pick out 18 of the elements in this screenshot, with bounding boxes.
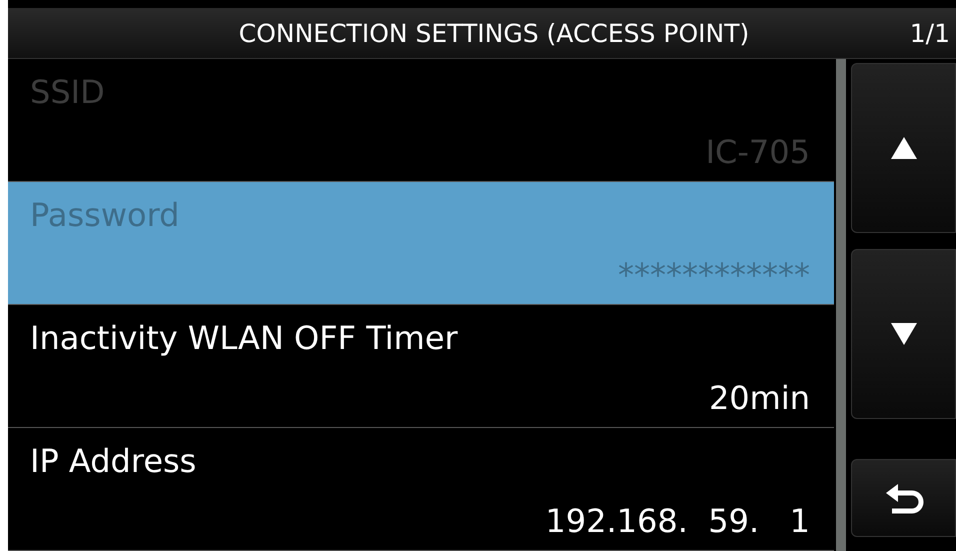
setting-row[interactable]: Inactivity WLAN OFF Timer 20min [8, 305, 834, 428]
setting-label: IP Address [30, 442, 196, 480]
setting-label: Inactivity WLAN OFF Timer [30, 319, 458, 357]
scroll-up-button[interactable] [851, 63, 956, 233]
setting-row[interactable]: IP Address 192.168. 59. 1 [8, 428, 834, 551]
setting-value: IC-705 [706, 133, 810, 171]
return-arrow-icon [884, 481, 924, 515]
setting-label: SSID [30, 73, 105, 111]
setting-label: Password [30, 196, 180, 234]
page-indicator: 1/1 [908, 18, 951, 48]
back-button[interactable] [851, 459, 956, 537]
down-triangle-icon [888, 321, 918, 347]
setting-value: 20min [708, 379, 810, 417]
up-triangle-icon [888, 135, 918, 161]
screen-title: CONNECTION SETTINGS (ACCESS POINT) [238, 18, 750, 48]
setting-value: ************ [618, 256, 810, 294]
scroll-down-button[interactable] [851, 249, 956, 419]
setting-value: 192.168. 59. 1 [545, 502, 810, 540]
